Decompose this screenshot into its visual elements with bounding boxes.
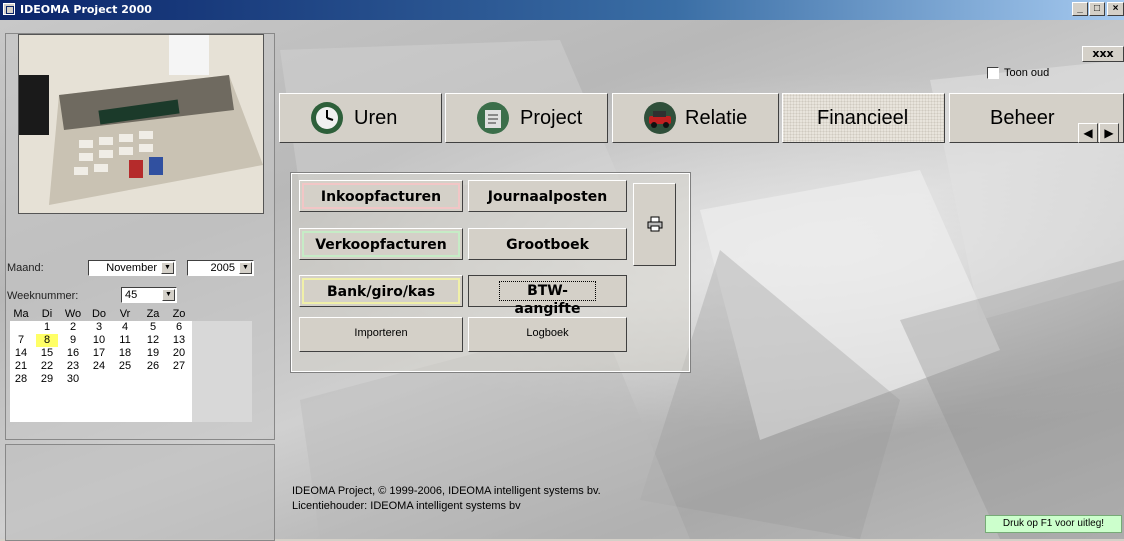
calendar-day[interactable]: 5 (142, 321, 164, 334)
weeknummer-select[interactable]: 45 ▼ (121, 287, 177, 303)
inkoopfacturen-label: Inkoopfacturen (302, 183, 460, 209)
financieel-button-group: Inkoopfacturen Journaalposten Verkoopfac… (290, 172, 691, 373)
importeren-button[interactable]: Importeren (299, 317, 463, 352)
calendar-day[interactable]: 17 (88, 347, 110, 360)
calendar-day[interactable]: 30 (62, 373, 84, 386)
calendar-weekend-area (192, 321, 252, 422)
calendar-day[interactable]: 2 (62, 321, 84, 334)
calendar-day[interactable]: 20 (168, 347, 190, 360)
calendar-day[interactable]: 21 (10, 360, 32, 373)
weeknummer-label: Weeknummer: (7, 290, 79, 302)
calendar-day[interactable]: 25 (114, 360, 136, 373)
jaar-value: 2005 (210, 262, 235, 274)
bank-giro-kas-label: Bank/giro/kas (302, 278, 460, 304)
calendar-day[interactable]: 12 (142, 334, 164, 347)
calendar-day[interactable]: 29 (36, 373, 58, 386)
maand-value: November (106, 262, 157, 274)
calendar-day[interactable]: 15 (36, 347, 58, 360)
calendar-day[interactable]: 23 (62, 360, 84, 373)
app-icon[interactable] (3, 3, 15, 15)
verkoopfacturen-button[interactable]: Verkoopfacturen (299, 228, 463, 260)
calculator-photo (18, 34, 264, 214)
grootboek-button[interactable]: Grootboek (468, 228, 627, 260)
journaalposten-button[interactable]: Journaalposten (468, 180, 627, 212)
close-form-button[interactable]: xxx (1082, 46, 1124, 62)
minimize-button[interactable]: _ (1072, 2, 1088, 16)
calendar-day[interactable]: 22 (36, 360, 58, 373)
journaalposten-label: Journaalposten (487, 189, 608, 205)
calendar-day[interactable]: 4 (114, 321, 136, 334)
bank-giro-kas-button[interactable]: Bank/giro/kas (299, 275, 463, 307)
logboek-button[interactable]: Logboek (468, 317, 627, 352)
tab-relatie[interactable]: Relatie (612, 93, 779, 143)
checkbox-box[interactable] (987, 67, 999, 79)
calendar-day-header: Di (41, 308, 53, 320)
calendar-day[interactable]: 16 (62, 347, 84, 360)
verkoopfacturen-label: Verkoopfacturen (302, 231, 460, 257)
calendar-day[interactable]: 14 (10, 347, 32, 360)
calendar-day[interactable]: 7 (10, 334, 32, 347)
tab-uren[interactable]: Uren (279, 93, 442, 143)
calendar-day-header: Vr (119, 308, 131, 320)
toon-oud-label: Toon oud (1004, 67, 1050, 79)
close-button[interactable]: × (1107, 2, 1124, 16)
btw-aangifte-button[interactable]: BTW-aangifte (468, 275, 627, 317)
chevron-down-icon[interactable]: ▼ (162, 289, 175, 301)
calendar-day[interactable]: 27 (168, 360, 190, 373)
window-title: IDEOMA Project 2000 (20, 3, 152, 16)
tab-scroll-left-button[interactable]: ◀ (1078, 123, 1098, 143)
jaar-select[interactable]: 2005 ▼ (187, 260, 254, 276)
tab-label: Relatie (685, 107, 748, 129)
license-text: Licentiehouder: IDEOMA intelligent syste… (292, 500, 521, 512)
calendar-day-header: Ma (13, 308, 29, 320)
help-hint: Druk op F1 voor uitleg! (985, 515, 1122, 533)
chevron-down-icon[interactable]: ▼ (239, 262, 252, 274)
tab-label: Project (520, 107, 583, 129)
printer-icon (647, 216, 663, 232)
calendar-day-header: Za (146, 308, 160, 320)
calendar-day[interactable]: 10 (88, 334, 110, 347)
tab-label: Beheer (990, 107, 1055, 129)
calendar-day[interactable]: 3 (88, 321, 110, 334)
calendar-day[interactable]: 1 (36, 321, 58, 334)
print-button[interactable] (633, 183, 676, 266)
weeknummer-value: 45 (125, 289, 138, 301)
tab-scroll-right-button[interactable]: ▶ (1099, 123, 1119, 143)
car-icon (644, 102, 676, 134)
calendar-day[interactable]: 19 (142, 347, 164, 360)
calendar-day-today[interactable]: 8 (36, 334, 58, 347)
calendar-day-header: Do (91, 308, 107, 320)
calendar-day[interactable]: 13 (168, 334, 190, 347)
lower-panel (5, 444, 275, 541)
calendar-day[interactable]: 6 (168, 321, 190, 334)
tab-label: Financieel (817, 107, 909, 129)
calculator-image (19, 35, 263, 213)
calendar-day[interactable]: 28 (10, 373, 32, 386)
calendar-day-header: Zo (172, 308, 186, 320)
calendar-day[interactable]: 11 (114, 334, 136, 347)
grootboek-label: Grootboek (506, 237, 589, 253)
maximize-button[interactable]: □ (1089, 2, 1105, 16)
copyright-text: IDEOMA Project, © 1999-2006, IDEOMA inte… (292, 485, 601, 497)
calendar-day[interactable]: 24 (88, 360, 110, 373)
btw-aangifte-label: BTW-aangifte (499, 281, 596, 317)
chevron-down-icon[interactable]: ▼ (161, 262, 174, 274)
project-icon (477, 102, 509, 134)
calendar-day[interactable]: 18 (114, 347, 136, 360)
title-bar: IDEOMA Project 2000 _ □ × (0, 0, 1124, 20)
tab-label: Uren (354, 107, 398, 129)
month-calendar: Ma Di Wo Do Vr Za Zo 1 2 3 4 5 6 7 8 9 10 11 12 13 14 15 16 17 1… (10, 308, 252, 422)
tab-financieel[interactable]: Financieel (782, 93, 945, 143)
calendar-day[interactable]: 9 (62, 334, 84, 347)
calendar-day[interactable]: 26 (142, 360, 164, 373)
calendar-day-header: Wo (64, 308, 82, 320)
inkoopfacturen-button[interactable]: Inkoopfacturen (299, 180, 463, 212)
maand-select[interactable]: November ▼ (88, 260, 176, 276)
clock-icon (311, 102, 343, 134)
maand-label: Maand: (7, 262, 44, 274)
tab-project[interactable]: Project (445, 93, 608, 143)
